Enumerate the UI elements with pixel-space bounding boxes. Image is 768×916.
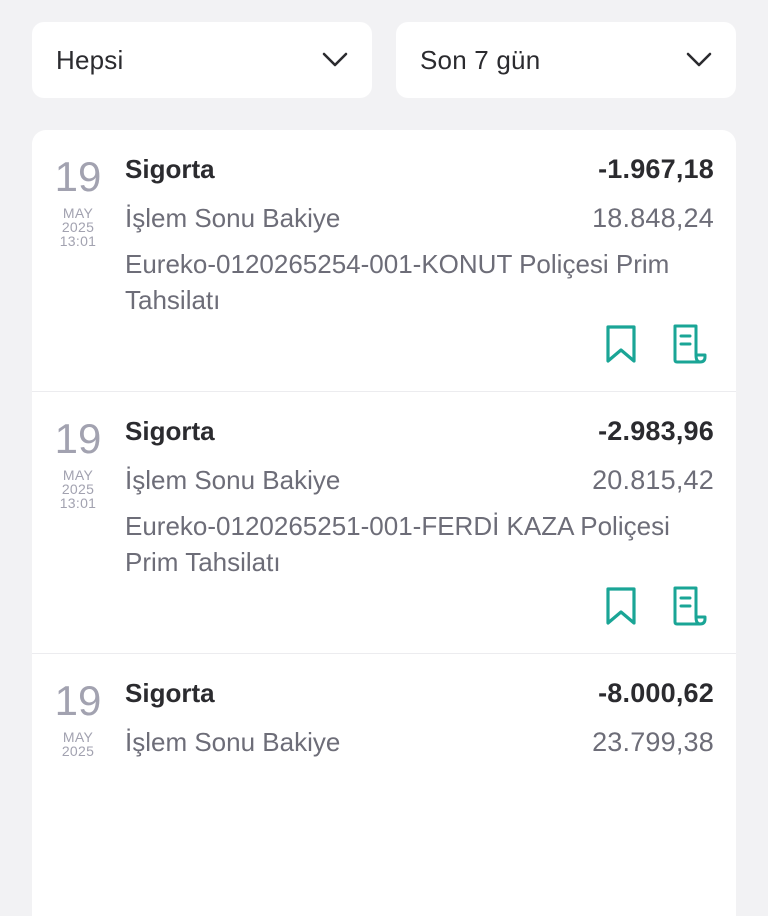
date-day: 19 <box>54 153 102 200</box>
bookmark-icon <box>606 587 636 625</box>
date-year: 2025 <box>61 219 95 235</box>
transaction-date: 19 MAY 2025 13:01 <box>44 153 112 249</box>
filter-bar: Hepsi Son 7 gün <box>32 22 736 98</box>
transaction-date: 19 MAY 2025 <box>44 677 112 759</box>
date-month: MAY <box>62 729 94 745</box>
transaction-item[interactable]: 19 MAY 2025 13:01 Sigorta -2.983,96 İşle… <box>32 392 736 654</box>
period-dropdown[interactable]: Son 7 gün <box>396 22 736 98</box>
receipt-button[interactable] <box>670 584 708 628</box>
date-time: 13:01 <box>59 233 97 249</box>
transaction-actions <box>602 322 708 366</box>
balance-label: İşlem Sonu Bakiye <box>125 465 341 495</box>
balance-label: İşlem Sonu Bakiye <box>125 727 341 757</box>
transaction-item[interactable]: 19 MAY 2025 Sigorta -8.000,62 İşlem Sonu… <box>32 654 736 916</box>
category-dropdown-label: Hepsi <box>56 44 124 75</box>
chevron-down-icon <box>686 52 712 67</box>
transaction-actions <box>602 584 708 628</box>
date-day: 19 <box>54 677 102 724</box>
balance-value: 18.848,24 <box>592 203 714 233</box>
transaction-title: Sigorta <box>125 154 215 184</box>
transaction-description: Eureko-0120265251-001-FERDİ KAZA Poliçes… <box>125 511 670 577</box>
transaction-item[interactable]: 19 MAY 2025 13:01 Sigorta -1.967,18 İşle… <box>32 130 736 392</box>
transaction-description: Eureko-0120265254-001-KONUT Poliçesi Pri… <box>125 249 670 315</box>
bookmark-icon <box>606 325 636 363</box>
date-year: 2025 <box>61 743 95 759</box>
bookmark-button[interactable] <box>602 322 640 366</box>
balance-value: 20.815,42 <box>592 465 714 495</box>
receipt-icon <box>673 324 707 364</box>
date-year: 2025 <box>61 481 95 497</box>
receipt-icon <box>673 586 707 626</box>
date-day: 19 <box>54 415 102 462</box>
transaction-amount: -8.000,62 <box>598 678 714 708</box>
date-time: 13:01 <box>59 495 97 511</box>
date-month: MAY <box>62 205 94 221</box>
transaction-list: 19 MAY 2025 13:01 Sigorta -1.967,18 İşle… <box>32 130 736 916</box>
transaction-title: Sigorta <box>125 416 215 446</box>
transaction-amount: -1.967,18 <box>598 154 714 184</box>
balance-value: 23.799,38 <box>592 727 714 757</box>
receipt-button[interactable] <box>670 322 708 366</box>
bookmark-button[interactable] <box>602 584 640 628</box>
transaction-date: 19 MAY 2025 13:01 <box>44 415 112 511</box>
date-month: MAY <box>62 467 94 483</box>
transaction-title: Sigorta <box>125 678 215 708</box>
category-dropdown[interactable]: Hepsi <box>32 22 372 98</box>
chevron-down-icon <box>322 52 348 67</box>
transaction-amount: -2.983,96 <box>598 416 714 446</box>
balance-label: İşlem Sonu Bakiye <box>125 203 341 233</box>
period-dropdown-label: Son 7 gün <box>420 44 541 75</box>
